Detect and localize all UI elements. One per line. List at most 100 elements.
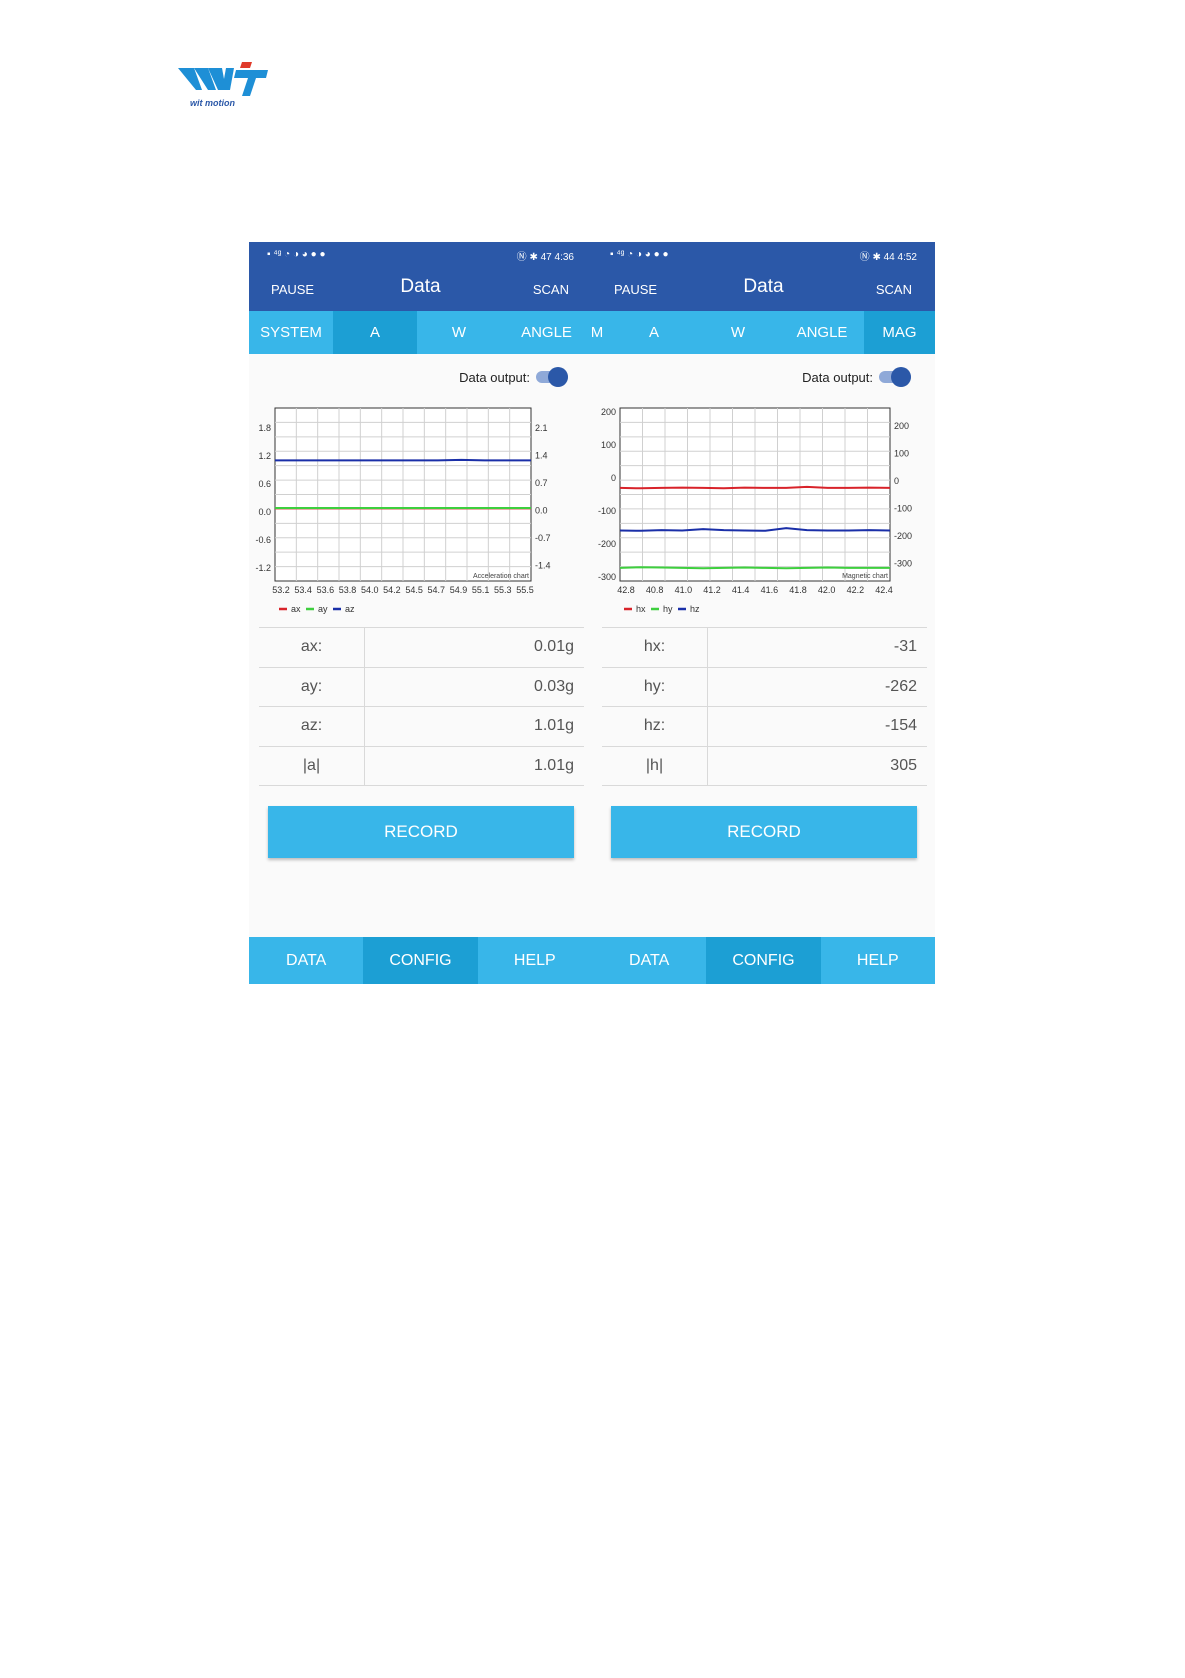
tab-angle[interactable]: ANGLE — [501, 311, 592, 354]
y-tick-label-right: 1.4 — [535, 451, 548, 461]
y-tick-label-left: 100 — [601, 440, 616, 450]
phone-screen-acceleration: ▪ ⁴ᵍ ◔ ◑ ◕ ● ● Ⓝ ✱ 47 4:36 PAUSE Data SC… — [249, 242, 592, 984]
magnetic-chart-svg: 2001000-100-200-3002001000-100-200-30042… — [598, 407, 912, 614]
tab-angle[interactable]: ANGLE — [780, 311, 864, 354]
acceleration-chart: 1.8 1.2 0.6 0.0 -0.6 -1.2 2.1 1.4 0.7 0.0 -0.7 -1.4… — [249, 394, 592, 624]
x-tick-label: 54.0 — [361, 585, 379, 595]
x-tick-label: 53.4 — [294, 585, 312, 595]
bluetooth-icon: ✱ — [872, 252, 881, 263]
tab-w[interactable]: W — [696, 311, 780, 354]
magnetic-chart: 200 100 0 -100 -200 -300 200 100 0 -100 -200 -300 42… — [592, 394, 935, 624]
y-tick-label-left: 200 — [601, 407, 616, 417]
bottom-nav: DATA CONFIG HELP — [249, 937, 592, 984]
bottom-tab-config[interactable]: CONFIG — [363, 937, 478, 984]
legend-label-hx: hx — [636, 604, 646, 614]
x-tick-label: 41.4 — [732, 585, 750, 595]
series-line-az — [275, 458, 531, 462]
x-tick-label: 42.8 — [617, 585, 635, 595]
app-bar: PAUSE Data SCAN — [592, 266, 935, 311]
reading-key: ax: — [259, 628, 365, 667]
reading-value: 305 — [890, 756, 917, 774]
y-tick-label-right: 0 — [894, 476, 899, 486]
sensor-tabs: SYSTEM A W ANGLE — [249, 311, 592, 354]
y-tick-label-right: 0.7 — [535, 478, 548, 488]
scan-button[interactable]: SCAN — [533, 282, 569, 297]
readings-table: ax: 0.01g ay: 0.03g az: 1.01g |a| 1.01g — [259, 627, 584, 786]
reading-key: az: — [259, 707, 365, 746]
tab-a[interactable]: A — [333, 311, 417, 354]
x-tick-label: 42.2 — [847, 585, 865, 595]
bottom-nav: DATA CONFIG HELP — [592, 937, 935, 984]
reading-key: ay: — [259, 667, 365, 706]
data-output-toggle[interactable] — [879, 367, 911, 387]
y-tick-label-left: -0.6 — [255, 535, 271, 545]
reading-value: -262 — [884, 677, 917, 695]
bottom-tab-help[interactable]: HELP — [478, 937, 592, 984]
legend-label-ay: ay — [318, 604, 328, 614]
y-tick-label-right: 2.1 — [535, 423, 548, 433]
x-tick-label: 54.5 — [405, 585, 423, 595]
legend-label-az: az — [345, 604, 355, 614]
reading-value: 0.01g — [533, 638, 574, 655]
y-tick-label-left: -100 — [598, 506, 616, 516]
x-tick-label: 42.0 — [818, 585, 836, 595]
y-tick-label-left: 0.0 — [258, 507, 271, 517]
status-icons: ▪ ⁴ᵍ ◔ ◑ ◕ ● ● — [267, 249, 326, 260]
wit-motion-logo: wit motion — [178, 60, 278, 110]
scan-button[interactable]: SCAN — [876, 282, 912, 297]
battery-icon: 44 — [883, 252, 895, 263]
bluetooth-icon: ✱ — [529, 252, 538, 263]
tab-system-partial[interactable]: EM — [592, 311, 612, 354]
x-tick-label: 55.5 — [516, 585, 534, 595]
bottom-tab-help[interactable]: HELP — [821, 937, 935, 984]
y-tick-label-left: 0.6 — [258, 479, 271, 489]
sensor-tabs: EM A W ANGLE MAG — [592, 311, 935, 354]
data-output-row: Data output: — [249, 354, 592, 394]
y-tick-label-right: 200 — [894, 421, 909, 431]
table-row: |a| 1.01g — [259, 746, 584, 786]
record-button[interactable]: RECORD — [611, 806, 917, 858]
x-tick-label: 41.0 — [675, 585, 693, 595]
reading-value: -154 — [884, 717, 917, 734]
x-tick-label: 55.1 — [472, 585, 490, 595]
y-tick-label-right: -100 — [894, 504, 912, 514]
y-tick-label-left: 1.2 — [258, 451, 271, 461]
wit-logo-mark: wit motion — [178, 62, 268, 108]
record-button[interactable]: RECORD — [268, 806, 574, 858]
y-tick-label-right: 100 — [894, 449, 909, 459]
bottom-tab-config[interactable]: CONFIG — [706, 937, 821, 984]
x-tick-label: 41.8 — [789, 585, 807, 595]
tab-w[interactable]: W — [417, 311, 501, 354]
table-row: ax: 0.01g — [259, 627, 584, 668]
tab-mag[interactable]: MAG — [864, 311, 935, 354]
bottom-tab-data[interactable]: DATA — [592, 937, 706, 984]
x-tick-label: 53.6 — [317, 585, 335, 595]
data-output-label: Data output: — [459, 370, 530, 385]
tab-a[interactable]: A — [612, 311, 696, 354]
nfc-icon: Ⓝ — [516, 252, 527, 263]
y-tick-label-left: 1.8 — [258, 423, 271, 433]
status-bar: ▪ ⁴ᵍ ◔ ◑ ◕ ● ● Ⓝ ✱ 44 4:52 — [592, 242, 935, 266]
table-row: hx: -31 — [602, 627, 927, 668]
data-output-row: Data output: — [592, 354, 935, 394]
series-line-hy — [619, 566, 890, 570]
reading-key: hz: — [602, 707, 708, 746]
table-row: ay: 0.03g — [259, 667, 584, 707]
table-row: |h| 305 — [602, 746, 927, 786]
x-tick-label: 41.2 — [703, 585, 721, 595]
y-tick-label-left: 0 — [611, 473, 616, 483]
x-tick-label: 54.7 — [428, 585, 446, 595]
legend-label-hy: hy — [663, 604, 673, 614]
legend-label-ax: ax — [291, 604, 301, 614]
x-tick-label: 53.2 — [272, 585, 290, 595]
battery-icon: 47 — [540, 252, 552, 263]
tab-system[interactable]: SYSTEM — [249, 311, 333, 354]
y-tick-label-right: 0.0 — [535, 506, 548, 516]
y-tick-label-left: -1.2 — [255, 563, 271, 573]
status-icons: ▪ ⁴ᵍ ◔ ◑ ◕ ● ● — [610, 249, 669, 260]
bottom-tab-data[interactable]: DATA — [249, 937, 363, 984]
data-output-toggle[interactable] — [536, 367, 568, 387]
logo-subtext: wit motion — [190, 98, 235, 108]
status-time: 4:36 — [554, 252, 574, 263]
x-tick-label: 54.9 — [450, 585, 468, 595]
